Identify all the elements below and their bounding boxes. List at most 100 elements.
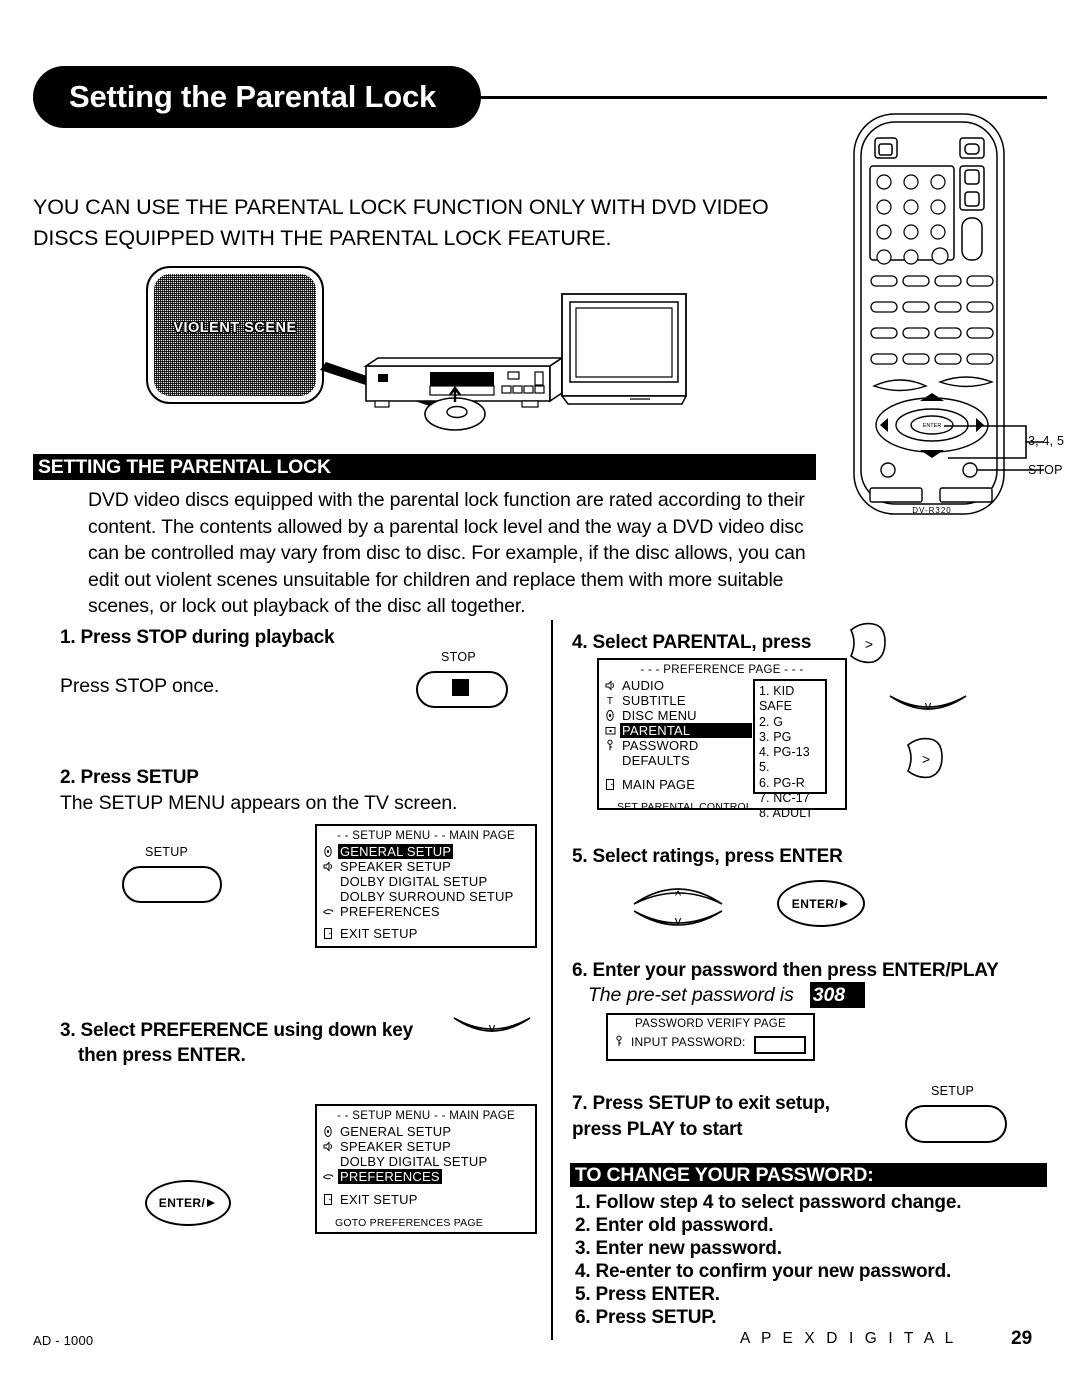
door-icon bbox=[322, 927, 335, 940]
menu-item-preferences[interactable]: PREFERENCES bbox=[322, 1169, 535, 1184]
blank-icon bbox=[322, 890, 335, 903]
svg-text:v: v bbox=[489, 1020, 496, 1035]
rating-option[interactable]: 7. NC-17 bbox=[755, 791, 825, 806]
menu-item-preferences[interactable]: PREFERENCES bbox=[322, 904, 535, 919]
footer-page-number: 29 bbox=[1011, 1328, 1033, 1349]
preset-password-value: 308 bbox=[809, 982, 849, 1008]
menu-item-label: EXIT SETUP bbox=[340, 926, 418, 941]
up-key-icon-step5[interactable]: ^ bbox=[632, 876, 724, 910]
svg-text:>: > bbox=[922, 751, 930, 767]
prefs-icon bbox=[322, 1170, 335, 1183]
footer-brand: A P E X D I G I T A L bbox=[740, 1330, 957, 1347]
prefs-icon bbox=[322, 905, 335, 918]
enter-button-label: ENTER/ bbox=[791, 896, 839, 911]
right-key-icon-step4[interactable]: > bbox=[845, 620, 891, 668]
svg-text:>: > bbox=[865, 636, 873, 652]
section-heading: SETTING THE PARENTAL LOCK bbox=[38, 455, 331, 478]
stop-square-icon bbox=[452, 679, 469, 696]
menu-item-exit-setup[interactable]: EXIT SETUP bbox=[322, 926, 535, 941]
menu-item-speaker-setup[interactable]: SPEAKER SETUP bbox=[322, 859, 535, 874]
rating-option[interactable]: 4. PG-13 bbox=[755, 745, 825, 760]
stop-button-label: STOP bbox=[441, 650, 477, 664]
step7-title-line1: 7. Press SETUP to exit setup, bbox=[572, 1093, 830, 1114]
key-icon bbox=[613, 1035, 626, 1048]
down-key-icon-step4[interactable]: v bbox=[888, 690, 968, 726]
down-key-icon-step5[interactable]: v bbox=[632, 906, 724, 940]
pref-item-label: AUDIO bbox=[622, 678, 665, 693]
menu-item-dolby-surround-setup[interactable]: DOLBY SURROUND SETUP bbox=[322, 889, 535, 904]
menu-item-label: GENERAL SETUP bbox=[340, 1124, 452, 1139]
down-key-icon-step3[interactable]: v bbox=[452, 1012, 532, 1048]
svg-text:v: v bbox=[675, 913, 682, 928]
ratings-list-panel[interactable]: 1. KID SAFE 2. G 3. PG 4. PG-13 5. 6. PG… bbox=[753, 679, 827, 820]
menu-item-dolby-digital-setup[interactable]: DOLBY DIGITAL SETUP bbox=[322, 1154, 535, 1169]
setup-menu-2-footer: GOTO PREFERENCES PAGE bbox=[335, 1217, 483, 1229]
menu-item-label: PREFERENCES bbox=[338, 1169, 442, 1184]
key-icon bbox=[604, 739, 617, 752]
rating-option[interactable]: 3. PG bbox=[755, 730, 825, 745]
svg-text:^: ^ bbox=[675, 888, 682, 903]
enter-button-label: ENTER/ bbox=[158, 1196, 206, 1210]
illustration-drawing bbox=[320, 293, 688, 431]
play-triangle-icon bbox=[207, 1199, 216, 1207]
setup-menu-screen-1: - - SETUP MENU - - MAIN PAGE GENERAL SET… bbox=[315, 824, 537, 948]
right-key-icon-step4-b[interactable]: > bbox=[902, 735, 948, 783]
subtitle-t-icon: T bbox=[604, 694, 617, 707]
menu-item-exit-setup[interactable]: EXIT SETUP bbox=[322, 1192, 535, 1207]
password-cursor-block bbox=[848, 982, 865, 1008]
rating-option[interactable]: 1. KID SAFE bbox=[755, 684, 825, 715]
blank-icon bbox=[322, 1155, 335, 1168]
password-input-field[interactable] bbox=[754, 1036, 806, 1054]
preference-page-title: - - - PREFERENCE PAGE - - - bbox=[640, 664, 804, 676]
illustration: VIOLENT SCENE bbox=[130, 262, 690, 447]
menu-item-label: DOLBY DIGITAL SETUP bbox=[340, 1154, 488, 1169]
remote-callout-navigation: 3, 4, 5 bbox=[1028, 434, 1065, 448]
enter-button-step3[interactable]: ENTER/ bbox=[145, 1180, 231, 1226]
rating-option[interactable]: 6. PG-R bbox=[755, 776, 825, 791]
change-password-heading-bar: TO CHANGE YOUR PASSWORD: bbox=[570, 1163, 1047, 1187]
menu-item-general-setup[interactable]: GENERAL SETUP bbox=[322, 1124, 535, 1139]
menu-item-label: PREFERENCES bbox=[340, 904, 440, 919]
section-heading-bar: SETTING THE PARENTAL LOCK bbox=[33, 454, 816, 480]
step1-title: 1. Press STOP during playback bbox=[60, 627, 335, 648]
menu-item-label: DOLBY SURROUND SETUP bbox=[340, 889, 514, 904]
rating-option[interactable]: 2. G bbox=[755, 715, 825, 730]
remote-control-illustration: ENTER DV-R320 bbox=[853, 113, 1044, 515]
setup-button-1[interactable] bbox=[122, 866, 222, 903]
rating-option[interactable]: 5. bbox=[755, 760, 825, 775]
menu-item-speaker-setup[interactable]: SPEAKER SETUP bbox=[322, 1139, 535, 1154]
setup-button-2[interactable] bbox=[905, 1105, 1007, 1143]
input-password-label: INPUT PASSWORD: bbox=[631, 1034, 746, 1049]
page-title: Setting the Parental Lock bbox=[69, 79, 437, 114]
change-password-item: 2. Enter old password. bbox=[575, 1215, 774, 1236]
pref-item-label: MAIN PAGE bbox=[622, 777, 696, 792]
stop-button[interactable] bbox=[416, 671, 508, 708]
remote-callout-stop: STOP bbox=[1028, 463, 1063, 477]
menu-item-label: SPEAKER SETUP bbox=[340, 1139, 451, 1154]
change-password-item: 3. Enter new password. bbox=[575, 1238, 782, 1259]
rating-option[interactable]: 8. ADULT bbox=[755, 806, 825, 821]
setup-menu-2-title: - - SETUP MENU - - MAIN PAGE bbox=[337, 1110, 515, 1122]
manual-page: Setting the Parental Lock YOU CAN USE TH… bbox=[0, 0, 1080, 1397]
menu-item-dolby-digital-setup[interactable]: DOLBY DIGITAL SETUP bbox=[322, 874, 535, 889]
step6-note: The pre-set password is 308 bbox=[588, 982, 865, 1008]
speaker-icon bbox=[322, 1140, 335, 1153]
menu-item-label: GENERAL SETUP bbox=[338, 844, 454, 859]
step3-title-line2: then press ENTER. bbox=[78, 1045, 246, 1066]
intro-text: YOU CAN USE THE PARENTAL LOCK FUNCTION O… bbox=[33, 195, 769, 250]
step6-note-prefix: The pre-set password is bbox=[588, 984, 794, 1006]
blank-icon bbox=[322, 875, 335, 888]
speaker-icon bbox=[322, 860, 335, 873]
pref-item-label: PASSWORD bbox=[622, 738, 699, 753]
step2-body: The SETUP MENU appears on the TV screen. bbox=[60, 792, 458, 814]
svg-text:v: v bbox=[925, 698, 932, 713]
menu-item-label: DOLBY DIGITAL SETUP bbox=[340, 874, 488, 889]
disc-icon bbox=[322, 845, 335, 858]
change-password-item: 5. Press ENTER. bbox=[575, 1284, 720, 1305]
disc-icon bbox=[322, 1125, 335, 1138]
menu-item-general-setup[interactable]: GENERAL SETUP bbox=[322, 844, 535, 859]
step5-title: 5. Select ratings, press ENTER bbox=[572, 846, 843, 867]
pref-item-label: PARENTAL bbox=[620, 723, 752, 738]
enter-button-step5[interactable]: ENTER/ bbox=[777, 880, 865, 927]
setup-button-label-1: SETUP bbox=[145, 845, 189, 859]
